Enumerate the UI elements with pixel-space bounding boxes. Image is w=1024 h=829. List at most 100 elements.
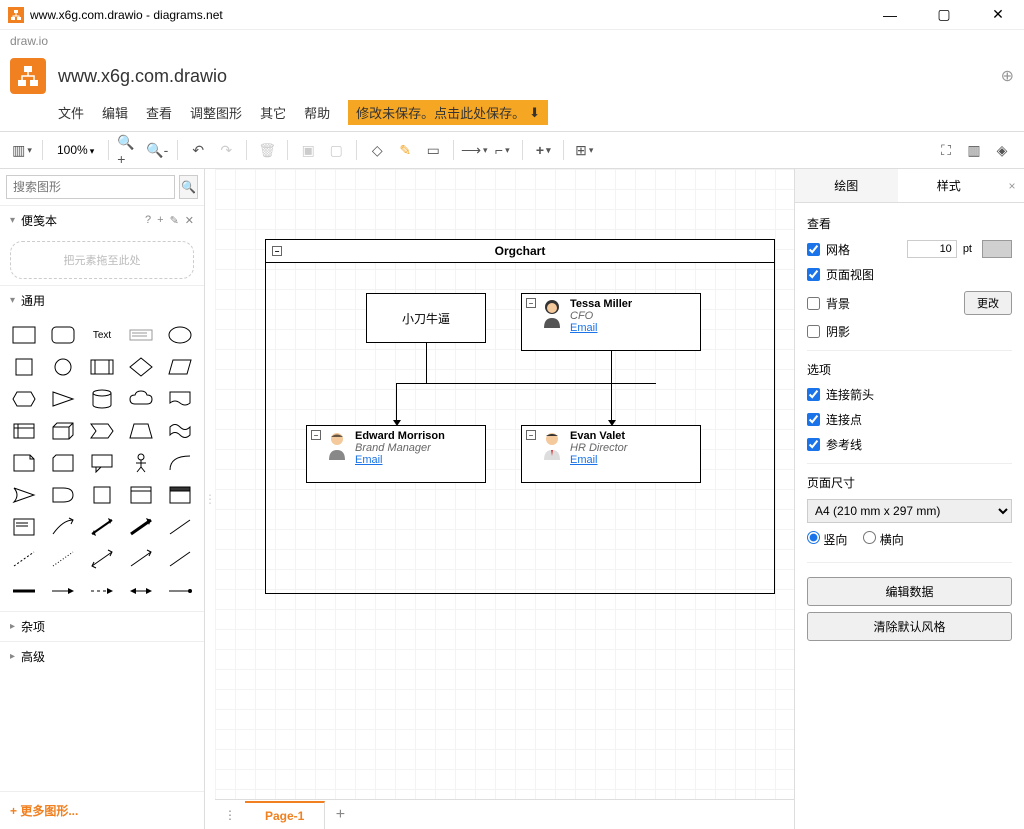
shape-cube[interactable] [45, 417, 80, 445]
menu-arrange[interactable]: 调整图形 [190, 103, 242, 122]
clear-style-button[interactable]: 清除默认风格 [807, 612, 1012, 641]
pagesize-select[interactable]: A4 (210 mm x 297 mm) [807, 499, 1012, 523]
more-shapes-button[interactable]: + 更多图形... [0, 791, 204, 829]
menu-view[interactable]: 查看 [146, 103, 172, 122]
shape-hexagon[interactable] [6, 385, 41, 413]
collapse-icon[interactable]: − [526, 430, 536, 440]
shape-actor[interactable] [124, 449, 159, 477]
outline-button[interactable]: ◈ [990, 138, 1014, 162]
close-button[interactable]: ✕ [980, 1, 1016, 29]
shape-data-storage[interactable] [84, 481, 119, 509]
page-tab[interactable]: Page-1 [245, 801, 325, 829]
shape-hconnector1[interactable] [45, 577, 80, 605]
zoom-select[interactable]: 100%▾ [51, 141, 100, 159]
fullscreen-button[interactable]: ⛶ [934, 138, 958, 162]
shape-text[interactable]: Text [84, 321, 119, 349]
to-front-button[interactable]: ▣ [296, 138, 320, 162]
shape-curved-arrow[interactable] [45, 513, 80, 541]
email-link[interactable]: Email [355, 454, 383, 466]
canvas[interactable]: − Orgchart 小刀牛逼 − Tessa Miller CFO Email [215, 169, 794, 829]
insert-button[interactable]: +▾ [531, 138, 555, 162]
shape-line-thin[interactable] [163, 513, 198, 541]
to-back-button[interactable]: ▢ [324, 138, 348, 162]
shape-trapezoid[interactable] [124, 417, 159, 445]
sidebar-splitter[interactable]: ⋮ [205, 169, 215, 829]
grid-color-swatch[interactable] [982, 240, 1012, 258]
shape-container[interactable] [124, 481, 159, 509]
shape-list[interactable] [6, 513, 41, 541]
background-checkbox[interactable] [807, 297, 820, 310]
pageview-checkbox[interactable] [807, 268, 820, 281]
orgchart-container[interactable]: − Orgchart 小刀牛逼 − Tessa Miller CFO Email [265, 239, 775, 594]
conn-points-checkbox[interactable] [807, 413, 820, 426]
edit-data-button[interactable]: 编辑数据 [807, 577, 1012, 606]
shape-card[interactable] [45, 449, 80, 477]
advanced-title[interactable]: 高级 [21, 648, 194, 665]
portrait-radio[interactable] [807, 531, 820, 544]
grid-checkbox[interactable] [807, 243, 820, 256]
shape-dashed-line[interactable] [6, 545, 41, 573]
zoom-out-button[interactable]: 🔍- [145, 138, 169, 162]
shape-link[interactable] [163, 545, 198, 573]
node-2[interactable]: − Tessa Miller CFO Email [521, 293, 701, 351]
scratchpad-dropzone[interactable]: 把元素拖至此处 [10, 241, 194, 279]
line-color-button[interactable]: ✎ [393, 138, 417, 162]
minimize-button[interactable]: — [872, 1, 908, 29]
sidebar-toggle-button[interactable]: ▥▾ [10, 138, 34, 162]
shape-triangle[interactable] [45, 385, 80, 413]
shape-cylinder[interactable] [84, 385, 119, 413]
landscape-radio[interactable] [863, 531, 876, 544]
shape-hconnector3[interactable] [124, 577, 159, 605]
node-3[interactable]: − Edward Morrison Brand Manager Email [306, 425, 486, 483]
unsaved-badge[interactable]: 修改未保存。点击此处保存。⬇ [348, 100, 548, 125]
orgchart-title[interactable]: − Orgchart [266, 240, 774, 263]
shape-diamond[interactable] [124, 353, 159, 381]
shape-or[interactable] [6, 481, 41, 509]
search-input[interactable] [6, 175, 175, 199]
shape-square[interactable] [6, 353, 41, 381]
zoom-in-button[interactable]: 🔍+ [117, 138, 141, 162]
collapse-icon[interactable]: − [272, 246, 282, 256]
shape-bidir-arrow[interactable] [84, 513, 119, 541]
undo-button[interactable]: ↶ [186, 138, 210, 162]
menu-help[interactable]: 帮助 [304, 103, 330, 122]
pages-menu-button[interactable]: ⋮ [215, 800, 245, 829]
shape-ellipse[interactable] [163, 321, 198, 349]
shape-process[interactable] [84, 353, 119, 381]
shape-note[interactable] [6, 449, 41, 477]
close-icon[interactable]: ✕ [185, 214, 194, 227]
change-button[interactable]: 更改 [964, 291, 1012, 315]
shape-and[interactable] [45, 481, 80, 509]
add-page-button[interactable]: + [325, 806, 355, 824]
shape-textbox[interactable] [124, 321, 159, 349]
format-panel-button[interactable]: ▥ [962, 138, 986, 162]
language-icon[interactable]: ⊕ [1001, 66, 1014, 86]
shape-rounded-rect[interactable] [45, 321, 80, 349]
grid-size-input[interactable] [907, 240, 957, 258]
shape-cloud[interactable] [124, 385, 159, 413]
shape-document[interactable] [163, 385, 198, 413]
shadow-button[interactable]: ▭ [421, 138, 445, 162]
document-title[interactable]: www.x6g.com.drawio [58, 66, 227, 87]
expand-icon[interactable]: ▸ [10, 621, 15, 632]
expand-icon[interactable]: ▸ [10, 651, 15, 662]
shadow-checkbox[interactable] [807, 325, 820, 338]
shape-dotted-line[interactable] [45, 545, 80, 573]
shape-callout[interactable] [84, 449, 119, 477]
shape-hline-thick[interactable] [6, 577, 41, 605]
redo-button[interactable]: ↷ [214, 138, 238, 162]
search-button[interactable]: 🔍 [179, 175, 198, 199]
shape-container2[interactable] [163, 481, 198, 509]
menu-extras[interactable]: 其它 [260, 103, 286, 122]
menu-edit[interactable]: 编辑 [102, 103, 128, 122]
shape-circle[interactable] [45, 353, 80, 381]
node-1[interactable]: 小刀牛逼 [366, 293, 486, 343]
shape-arrow[interactable] [124, 545, 159, 573]
shape-line-bidir[interactable] [84, 545, 119, 573]
collapse-icon[interactable]: ▾ [10, 295, 15, 306]
collapse-icon[interactable]: − [526, 298, 536, 308]
shape-rect[interactable] [6, 321, 41, 349]
tab-diagram[interactable]: 绘图 [795, 169, 898, 202]
shape-parallelogram[interactable] [163, 353, 198, 381]
scratchpad-help[interactable]: ? [145, 214, 151, 227]
